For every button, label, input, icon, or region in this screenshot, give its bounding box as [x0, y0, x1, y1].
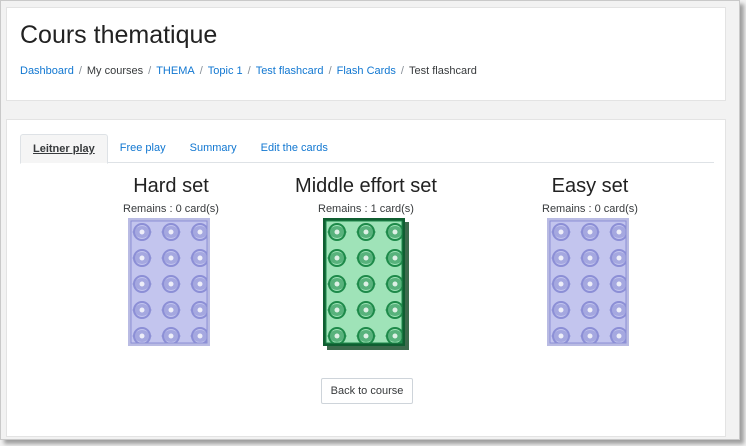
breadcrumb-separator: / — [148, 65, 152, 77]
breadcrumb-topic[interactable]: Topic 1 — [208, 65, 243, 77]
breadcrumb-dashboard[interactable]: Dashboard — [20, 65, 74, 77]
breadcrumb-separator: / — [78, 65, 82, 77]
card-back-hard — [128, 218, 214, 350]
card-back-easy — [547, 218, 633, 350]
breadcrumb-separator: / — [328, 65, 332, 77]
breadcrumb-separator: / — [247, 65, 251, 77]
breadcrumb-current: Test flashcard — [408, 65, 477, 77]
deck-easy-set: Easy set Remains : 0 card(s) — [490, 172, 690, 350]
window-frame: Cours thematique Dashboard / My courses … — [0, 0, 740, 440]
tab-summary[interactable]: Summary — [178, 134, 249, 163]
tab-edit-the-cards[interactable]: Edit the cards — [249, 134, 340, 163]
deck-title: Middle effort set — [295, 175, 437, 197]
deck-remains: Remains : 0 card(s) — [123, 203, 219, 215]
deck-remains: Remains : 1 card(s) — [318, 203, 414, 215]
tab-leitner-play[interactable]: Leitner play — [20, 134, 108, 164]
breadcrumb-flash-cards[interactable]: Flash Cards — [337, 65, 396, 77]
breadcrumb-separator: / — [199, 65, 203, 77]
tab-free-play[interactable]: Free play — [108, 134, 178, 163]
back-to-course-button[interactable]: Back to course — [321, 378, 413, 404]
deck-hard-set: Hard set Remains : 0 card(s) — [71, 172, 271, 350]
breadcrumb-separator: / — [400, 65, 404, 77]
page-header: Cours thematique Dashboard / My courses … — [6, 7, 726, 101]
breadcrumb-test-flashcard[interactable]: Test flashcard — [256, 65, 324, 77]
main-content: Leitner play Free play Summary Edit the … — [6, 119, 726, 437]
deck-title: Easy set — [551, 175, 629, 197]
tab-bar: Leitner play Free play Summary Edit the … — [20, 134, 714, 164]
page-title: Cours thematique — [20, 21, 218, 49]
deck-middle-effort-set: Middle effort set Remains : 1 card(s) — [266, 172, 466, 350]
card-back-middle[interactable] — [323, 218, 409, 350]
breadcrumb: Dashboard / My courses / THEMA / Topic 1… — [20, 65, 477, 77]
deck-remains: Remains : 0 card(s) — [542, 203, 638, 215]
deck-title: Hard set — [133, 175, 209, 197]
breadcrumb-my-courses: My courses — [86, 65, 144, 77]
breadcrumb-thema[interactable]: THEMA — [156, 65, 195, 77]
